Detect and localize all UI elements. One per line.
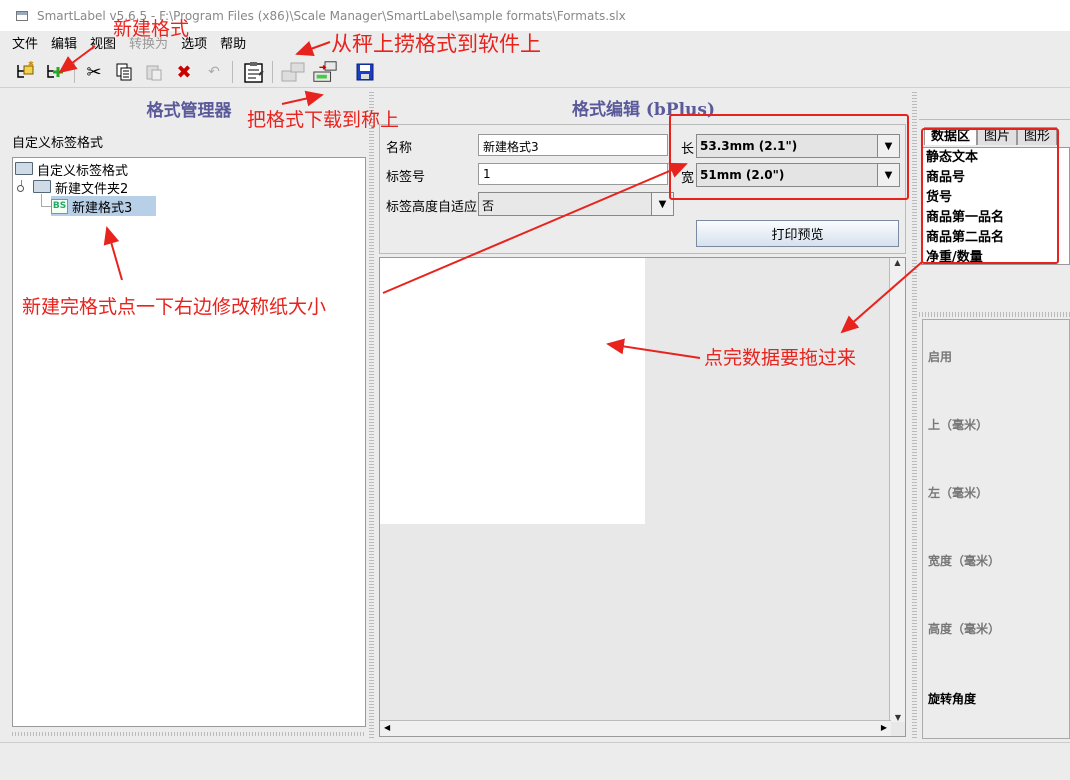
custom-format-subtitle: 自定义标签格式 <box>12 136 104 151</box>
status-bar <box>0 742 1070 780</box>
tree-folder[interactable]: 新建文件夹2 <box>33 178 128 197</box>
prop-enable: 启用 <box>928 350 953 364</box>
toolbar: ✱ ✂ ✖ ↶ <box>0 55 1070 88</box>
folder-icon <box>33 180 51 193</box>
delete-icon[interactable]: ✖ <box>171 59 197 85</box>
cut-icon[interactable]: ✂ <box>81 59 107 85</box>
format-tree: 自定义标签格式 新建文件夹2 BS 新建格式3 <box>12 157 366 727</box>
annotation-fetch-from-scale: 从秤上捞格式到软件上 <box>331 32 541 56</box>
save-icon[interactable] <box>352 59 378 85</box>
app-icon <box>16 10 28 21</box>
menu-edit[interactable]: 编辑 <box>51 33 77 52</box>
splitter-left[interactable] <box>369 92 374 738</box>
data-panel-header <box>919 90 1070 120</box>
size-highlight-box <box>669 114 909 200</box>
new-format-icon[interactable] <box>42 59 68 85</box>
canvas-horizontal-scrollbar[interactable]: ◀ ▶ <box>380 720 891 736</box>
auto-height-value: 否 <box>482 199 495 213</box>
tree-item-label: 新建格式3 <box>72 200 133 216</box>
prop-left: 左（毫米） <box>928 486 989 500</box>
label-no-field[interactable]: 1 <box>478 163 668 185</box>
name-label: 名称 <box>386 141 413 156</box>
name-field[interactable]: 新建格式3 <box>478 134 668 156</box>
canvas-vertical-scrollbar[interactable]: ▲ ▼ <box>889 258 905 722</box>
undo-icon[interactable]: ↶ <box>201 59 227 85</box>
label-paper[interactable] <box>380 258 645 524</box>
menu-file[interactable]: 文件 <box>12 33 38 52</box>
copy-icon[interactable] <box>111 59 137 85</box>
label-design-canvas[interactable]: ▲ ▼ ◀ ▶ <box>379 257 906 737</box>
label-no-label: 标签号 <box>386 170 426 185</box>
auto-height-select[interactable]: 否 ▼ <box>478 192 674 216</box>
tree-root[interactable]: 自定义标签格式 <box>15 160 128 179</box>
data-highlight-box <box>921 128 1059 264</box>
tree-item-selected[interactable]: BS 新建格式3 <box>51 196 157 216</box>
print-preview-button[interactable]: 打印预览 <box>696 220 899 247</box>
prop-height: 高度（毫米） <box>928 622 1001 636</box>
properties-icon[interactable] <box>241 59 267 85</box>
auto-height-label: 标签高度自适应 <box>386 200 478 215</box>
splitter-right[interactable] <box>912 92 917 738</box>
menu-help[interactable]: 帮助 <box>220 33 246 52</box>
folder-open-icon <box>15 162 33 175</box>
paste-icon[interactable] <box>141 59 167 85</box>
annotation-new-format: 新建格式 <box>113 18 190 40</box>
annotation-resize-hint: 新建完格式点一下右边修改称纸大小 <box>22 296 327 318</box>
new-folder-icon[interactable]: ✱ <box>12 59 38 85</box>
download-to-scale-icon[interactable] <box>312 59 338 85</box>
annotation-drag-hint: 点完数据要拖过来 <box>704 347 857 369</box>
property-box <box>922 319 1070 739</box>
annotation-download-to-scale: 把格式下载到称上 <box>247 109 400 131</box>
upload-from-scale-icon[interactable] <box>280 59 306 85</box>
svg-text:✱: ✱ <box>28 61 34 68</box>
bs-format-icon: BS <box>51 198 68 214</box>
prop-rotation: 旋转角度 <box>928 692 977 706</box>
prop-top: 上（毫米） <box>928 418 989 432</box>
prop-width: 宽度（毫米） <box>928 554 1001 568</box>
tree-root-label: 自定义标签格式 <box>37 164 129 179</box>
format-manager-panel: 格式管理器 自定义标签格式 自定义标签格式 新建文件夹2 BS 新建格式3 <box>10 90 368 742</box>
tree-folder-label: 新建文件夹2 <box>55 182 129 197</box>
